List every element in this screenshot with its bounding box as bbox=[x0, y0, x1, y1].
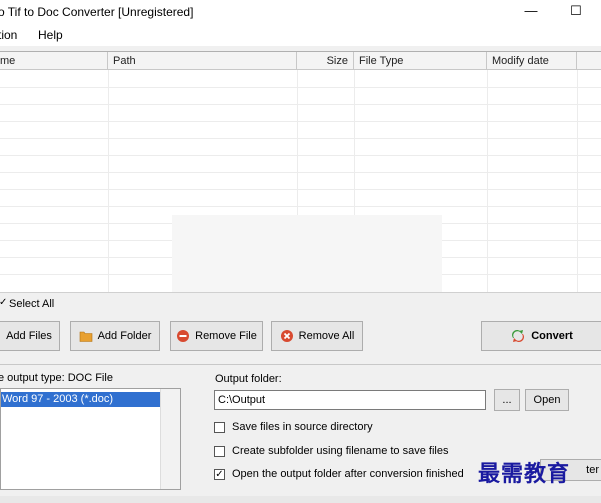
remove-all-icon bbox=[280, 330, 293, 342]
browse-button[interactable]: ... bbox=[494, 389, 520, 411]
create-subfolder-checkbox[interactable] bbox=[214, 446, 225, 457]
save-in-source-label: Save files in source directory bbox=[232, 421, 373, 433]
add-files-button[interactable]: Add Files bbox=[0, 321, 60, 351]
title-bar: o Tif to Doc Converter [Unregistered] — … bbox=[0, 0, 601, 24]
column-header-name[interactable]: me bbox=[0, 52, 108, 70]
add-folder-label: Add Folder bbox=[97, 330, 152, 342]
watermark-logo: 最需教育 bbox=[478, 461, 571, 487]
output-type-option-selected[interactable]: Word 97 - 2003 (*.doc) bbox=[1, 392, 160, 407]
convert-icon bbox=[512, 330, 525, 342]
window-title: o Tif to Doc Converter [Unregistered] bbox=[0, 5, 194, 19]
output-type-list[interactable]: Word 97 - 2003 (*.doc) bbox=[0, 388, 181, 490]
convert-label: Convert bbox=[531, 330, 573, 342]
remove-file-label: Remove File bbox=[195, 330, 257, 342]
open-output-folder-checkbox[interactable]: ✓ bbox=[214, 469, 225, 480]
remove-file-button[interactable]: Remove File bbox=[170, 321, 263, 351]
check-icon: ✓ bbox=[0, 297, 8, 308]
remove-all-label: Remove All bbox=[298, 330, 355, 342]
grid-row-line bbox=[0, 206, 601, 207]
grid-row-line bbox=[0, 104, 601, 105]
menu-help[interactable]: Help bbox=[38, 28, 63, 42]
grid-row-line bbox=[0, 155, 601, 156]
output-folder-input[interactable]: C:\Output bbox=[214, 390, 486, 410]
check-icon: ✓ bbox=[215, 469, 224, 480]
column-header-path[interactable]: Path bbox=[108, 52, 297, 70]
save-in-source-checkbox[interactable] bbox=[214, 422, 225, 433]
blank-overlay bbox=[172, 215, 442, 292]
output-folder-label: Output folder: bbox=[215, 373, 282, 385]
add-folder-button[interactable]: Add Folder bbox=[70, 321, 160, 351]
menu-bar: tion Help bbox=[0, 24, 601, 46]
remove-file-icon bbox=[177, 330, 190, 342]
column-header-size[interactable]: Size bbox=[297, 52, 354, 70]
minimize-button[interactable]: — bbox=[521, 2, 541, 20]
column-header-modify-date[interactable]: Modify date bbox=[487, 52, 577, 70]
column-header-empty bbox=[577, 52, 601, 70]
status-strip bbox=[0, 496, 601, 503]
convert-button[interactable]: Convert bbox=[481, 321, 601, 351]
create-subfolder-label: Create subfolder using filename to save … bbox=[232, 445, 449, 457]
select-all-label: Select All bbox=[9, 298, 55, 310]
add-files-label: Add Files bbox=[6, 330, 52, 342]
grid-row-line bbox=[0, 189, 601, 190]
partial-button-label: ter bbox=[586, 464, 599, 476]
list-scrollbar[interactable] bbox=[160, 389, 180, 489]
grid-row-line bbox=[0, 172, 601, 173]
grid-row-line bbox=[0, 138, 601, 139]
grid-row-line bbox=[0, 87, 601, 88]
open-output-folder-label: Open the output folder after conversion … bbox=[232, 468, 464, 480]
menu-option[interactable]: tion bbox=[0, 28, 17, 42]
file-list[interactable]: me Path Size File Type Modify date bbox=[0, 51, 601, 293]
open-button[interactable]: Open bbox=[525, 389, 569, 411]
folder-icon bbox=[79, 331, 92, 342]
column-header-file-type[interactable]: File Type bbox=[354, 52, 487, 70]
panel-separator bbox=[0, 364, 601, 365]
maximize-button[interactable]: ☐ bbox=[566, 2, 586, 20]
remove-all-button[interactable]: Remove All bbox=[271, 321, 363, 351]
grid-row-line bbox=[0, 121, 601, 122]
output-type-label: e output type: DOC File bbox=[0, 372, 113, 384]
